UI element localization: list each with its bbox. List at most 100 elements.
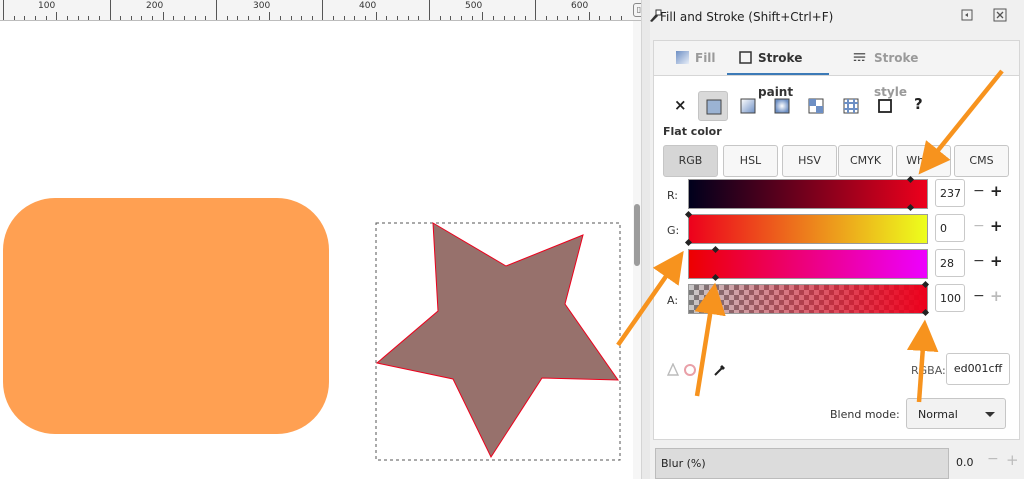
mode-hsv-button[interactable]: HSV	[782, 145, 837, 177]
ruler-tick	[365, 16, 366, 20]
ruler-tick	[312, 16, 313, 20]
blend-mode-select[interactable]: Normal	[906, 398, 1006, 429]
mode-cmyk-button[interactable]: CMYK	[838, 145, 893, 177]
ruler-label: 200	[146, 1, 164, 11]
ruler-tick	[333, 16, 334, 20]
ruler-tick	[35, 16, 36, 20]
green-value-field[interactable]: 0	[935, 214, 965, 242]
blend-mode-label: Blend mode:	[830, 408, 900, 421]
pattern-icon	[808, 98, 824, 114]
ruler-tick	[46, 16, 47, 20]
flat-color-button[interactable]	[698, 91, 728, 121]
ruler-tick	[408, 16, 409, 20]
alpha-decrement-button[interactable]: −	[973, 288, 985, 304]
mode-wheel-button[interactable]: Wheel	[896, 145, 951, 177]
slider-handle[interactable]	[711, 245, 720, 254]
slider-handle[interactable]	[921, 280, 930, 289]
green-channel-slider[interactable]	[684, 210, 928, 247]
red-increment-button[interactable]: +	[990, 182, 1003, 200]
canvas-vertical-scrollbar[interactable]	[633, 21, 641, 479]
dock-icon[interactable]	[961, 9, 973, 21]
drawing-canvas[interactable]	[0, 21, 628, 479]
red-value-field[interactable]: 237	[935, 179, 965, 207]
ruler-tick	[482, 12, 483, 20]
no-paint-button[interactable]: ×	[666, 91, 696, 121]
ruler-tick	[78, 16, 79, 20]
ruler-tick	[3, 0, 4, 20]
alpha-increment-button[interactable]: +	[990, 287, 1003, 305]
alpha-channel-slider[interactable]	[688, 280, 930, 317]
ruler-tick	[248, 16, 249, 20]
tab-fill[interactable]: Fill	[676, 41, 730, 75]
blur-value[interactable]: 0.0	[956, 456, 974, 469]
mesh-button[interactable]	[870, 91, 900, 121]
ruler-label: 100	[38, 1, 56, 11]
ruler-tick	[450, 16, 451, 20]
linear-gradient-button[interactable]	[733, 91, 763, 121]
blue-increment-button[interactable]: +	[990, 252, 1003, 270]
mode-cms-button[interactable]: CMS	[954, 145, 1009, 177]
ruler-tick	[56, 12, 57, 20]
ruler-tick	[514, 16, 515, 20]
color-managed-icon	[666, 363, 680, 376]
mode-hsl-button[interactable]: HSL	[723, 145, 778, 177]
tab-bar: Fill Stroke paint Stroke style	[654, 41, 1019, 99]
slider-handle[interactable]	[684, 210, 693, 219]
ruler-tick	[397, 16, 398, 20]
ruler-tick	[621, 16, 622, 20]
radial-gradient-button[interactable]	[767, 91, 797, 121]
red-decrement-button[interactable]: −	[973, 183, 985, 199]
ruler-tick	[259, 16, 260, 20]
mode-rgb-button[interactable]: RGB	[663, 145, 718, 177]
blue-decrement-button[interactable]: −	[973, 253, 985, 269]
linear-gradient-icon	[740, 98, 756, 114]
ruler-tick	[461, 16, 462, 20]
swatch-button[interactable]	[836, 91, 866, 121]
blue-channel-slider[interactable]	[688, 245, 928, 282]
ruler-tick	[504, 16, 505, 20]
ruler-tick	[173, 16, 174, 20]
slider-handle[interactable]	[921, 308, 930, 317]
red-channel-label: R:	[667, 189, 679, 202]
ruler-tick	[589, 12, 590, 20]
slider-handle[interactable]	[906, 175, 915, 184]
stroke-paint-icon	[739, 51, 752, 64]
tab-stroke-paint[interactable]: Stroke paint	[727, 41, 829, 99]
tab-stroke-style[interactable]: Stroke style	[853, 41, 953, 99]
ruler-tick	[88, 16, 89, 20]
unset-paint-icon	[878, 99, 892, 113]
rounded-rectangle-shape[interactable]	[3, 198, 329, 434]
slider-handle[interactable]	[906, 203, 915, 212]
ruler-tick	[376, 12, 377, 20]
ruler-tick	[386, 16, 387, 20]
unset-button[interactable]: ?	[905, 91, 935, 121]
ruler-tick	[280, 16, 281, 20]
ruler-tick	[205, 16, 206, 20]
dialog-title: Fill and Stroke (Shift+Ctrl+F)	[660, 10, 834, 24]
blur-slider[interactable]: Blur (%)	[655, 448, 949, 479]
close-icon[interactable]	[993, 8, 1007, 22]
chevron-down-icon	[985, 412, 995, 417]
ruler-tick	[301, 16, 302, 20]
blue-value-field[interactable]: 28	[935, 249, 965, 277]
color-picker-icon[interactable]	[713, 362, 728, 377]
ruler-tick	[131, 16, 132, 20]
star-shape[interactable]	[375, 222, 619, 459]
blur-increment-button[interactable]: +	[1006, 451, 1019, 469]
dialog-content: Fill Stroke paint Stroke style × ? Flat …	[653, 40, 1020, 440]
red-channel-slider[interactable]	[688, 175, 928, 212]
rgba-input[interactable]: ed001cff	[946, 353, 1010, 385]
slider-handle[interactable]	[711, 273, 720, 282]
pattern-button[interactable]	[801, 91, 831, 121]
green-increment-button[interactable]: +	[990, 217, 1003, 235]
alpha-value-field[interactable]: 100	[935, 284, 965, 312]
scrollbar-thumb[interactable]	[634, 204, 640, 266]
blur-decrement-button[interactable]: −	[987, 451, 999, 467]
green-decrement-button[interactable]: −	[973, 218, 985, 234]
ruler-tick	[216, 0, 217, 20]
ruler-tick	[440, 16, 441, 20]
ruler-tick	[599, 16, 600, 20]
slider-handle[interactable]	[684, 238, 693, 247]
ruler-tick	[546, 16, 547, 20]
fill-and-stroke-dialog: Fill and Stroke (Shift+Ctrl+F) Fill Stro…	[650, 0, 1024, 479]
